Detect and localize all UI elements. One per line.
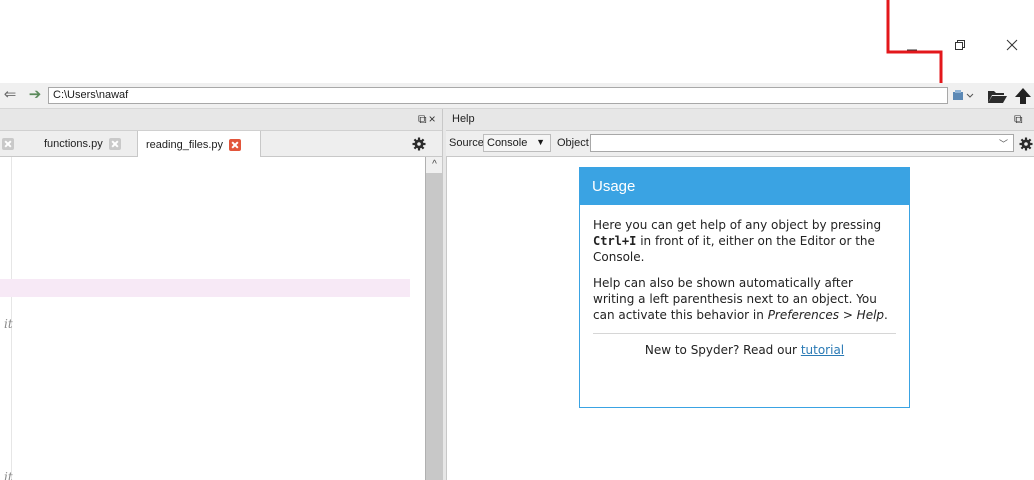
help-pane-title: Help: [452, 113, 475, 125]
history-icon: [953, 90, 974, 100]
tab-label: reading_files.py: [146, 138, 224, 151]
editor-options-button[interactable]: [411, 136, 427, 152]
object-input[interactable]: ﹀: [590, 134, 1014, 152]
undock-icon[interactable]: ⧉: [418, 112, 429, 126]
editor-tab-bar: functions.py reading_files.py: [0, 131, 446, 158]
restore-button[interactable]: [940, 32, 980, 58]
object-label: Object: [557, 137, 589, 149]
chevron-down-icon: ▼: [536, 137, 545, 147]
tutorial-link[interactable]: tutorial: [801, 343, 844, 357]
usage-header: Usage: [580, 168, 909, 205]
chevron-down-icon: ﹀: [998, 139, 1008, 149]
undock-icon[interactable]: ⧉: [1014, 112, 1025, 126]
forward-arrow-icon[interactable]: ➔: [27, 87, 43, 104]
working-directory-input[interactable]: C:\Users\nawaf: [48, 87, 948, 104]
usage-footer: New to Spyder? Read our tutorial: [644, 343, 845, 357]
help-pane-header: Help ⧉: [446, 109, 1034, 131]
code-line: it: [4, 317, 13, 331]
gear-icon: [412, 137, 426, 151]
current-line-highlight: [0, 279, 410, 297]
editor-pane-header: ⧉×: [0, 109, 446, 131]
restore-icon: [955, 40, 965, 50]
shortcut-key: Ctrl+I: [593, 234, 637, 248]
up-arrow-icon: [1015, 88, 1031, 104]
close-window-button[interactable]: [992, 32, 1032, 58]
close-tab-icon[interactable]: [229, 138, 242, 151]
tab-label: functions.py: [44, 138, 103, 150]
source-select-value: Console: [487, 137, 528, 149]
working-directory-toolbar: ⇐ ➔ C:\Users\nawaf: [0, 83, 1034, 109]
code-editor[interactable]: [0, 157, 425, 480]
usage-paragraph-2: Help can also be shown automatically aft…: [593, 276, 888, 322]
folder-open-icon: [988, 91, 1007, 103]
tab-functions-py[interactable]: functions.py: [36, 131, 136, 157]
usage-body: Here you can get help of any object by p…: [580, 205, 909, 323]
source-select[interactable]: Console ▼: [483, 134, 551, 152]
close-icon: [1006, 39, 1018, 51]
editor-scrollbar[interactable]: ^: [425, 157, 443, 480]
code-line: it: [4, 470, 13, 480]
tab-reading-files-py[interactable]: reading_files.py: [137, 131, 261, 158]
source-label: Source: [449, 137, 484, 149]
help-options-button[interactable]: [1018, 136, 1034, 152]
directory-dropdown[interactable]: [952, 89, 976, 103]
tab-partial[interactable]: [0, 131, 14, 157]
usage-paragraph-1: Here you can get help of any object by p…: [593, 218, 882, 264]
minimize-button[interactable]: [892, 32, 932, 58]
editor-pane-buttons[interactable]: ⧉×: [418, 112, 438, 127]
parent-directory-button[interactable]: [1012, 86, 1034, 106]
close-pane-icon[interactable]: ×: [429, 112, 438, 126]
scroll-up-icon[interactable]: ^: [426, 157, 443, 173]
preferences-path: Preferences > Help: [767, 308, 885, 322]
open-folder-button[interactable]: [986, 86, 1008, 106]
close-tab-icon[interactable]: [108, 138, 121, 150]
back-arrow-icon[interactable]: ⇐: [2, 87, 18, 104]
close-tab-icon[interactable]: [2, 138, 14, 150]
help-pane-buttons[interactable]: ⧉: [1014, 112, 1025, 127]
gear-icon: [1019, 137, 1033, 151]
minimize-icon: [907, 49, 917, 51]
usage-card: Usage Here you can get help of any objec…: [579, 167, 910, 408]
